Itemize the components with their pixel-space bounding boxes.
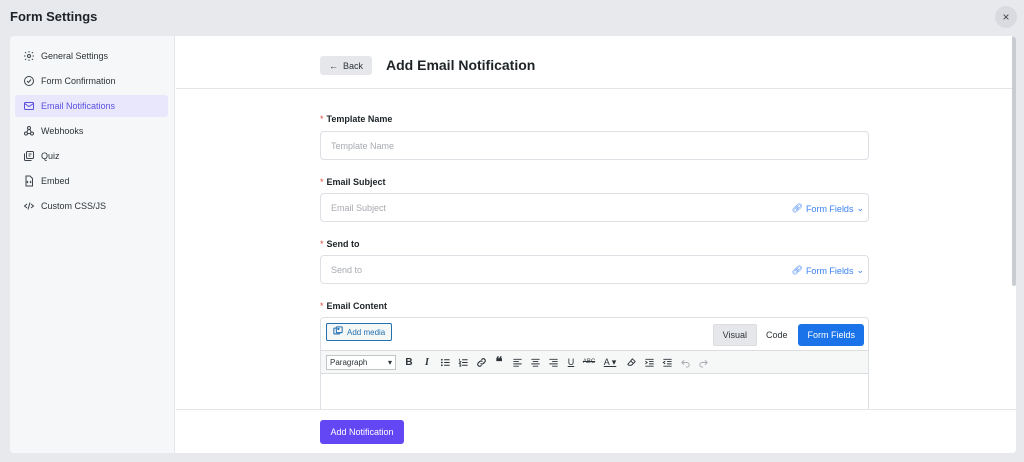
email-content-label: * Email Content xyxy=(320,301,388,311)
editor-toolbar: Paragraph ▾ B I ❝ U ABC A ▾ xyxy=(321,350,868,374)
caret-down-icon: ▾ xyxy=(387,357,392,367)
sidebar-item-label: Embed xyxy=(41,176,70,186)
sidebar-item-label: Webhooks xyxy=(41,126,84,136)
template-name-label: * Template Name xyxy=(320,114,393,124)
required-marker: * xyxy=(320,301,324,311)
email-content-editor: Add media Visual Code Form Fields Paragr… xyxy=(320,317,869,417)
sidebar-item-quiz[interactable]: Quiz xyxy=(15,145,168,167)
back-button[interactable]: ← Back xyxy=(320,56,372,75)
gear-icon xyxy=(23,50,35,62)
required-marker: * xyxy=(320,239,324,249)
clear-format-icon[interactable] xyxy=(622,353,640,371)
outdent-icon[interactable] xyxy=(658,353,676,371)
sidebar: General Settings Form Confirmation Email… xyxy=(10,36,175,453)
underline-icon[interactable]: U xyxy=(562,353,580,371)
sidebar-item-form-confirmation[interactable]: Form Confirmation xyxy=(15,70,168,92)
link-icon: 🔗︎ xyxy=(791,203,803,213)
close-button[interactable]: × xyxy=(995,6,1017,28)
webhook-icon xyxy=(23,125,35,137)
redo-icon[interactable] xyxy=(694,353,712,371)
main-content: ← Back Add Email Notification * Template … xyxy=(176,36,1016,453)
required-marker: * xyxy=(320,177,324,187)
text-color-icon[interactable]: A ▾ xyxy=(598,353,622,371)
email-subject-form-fields-link[interactable]: 🔗︎ Form Fields ⌄ xyxy=(792,203,865,214)
editor-mode-tabs: Visual Code Form Fields xyxy=(712,324,864,346)
bullet-list-icon[interactable] xyxy=(436,353,454,371)
numbered-list-icon[interactable] xyxy=(454,353,472,371)
sidebar-item-label: Quiz xyxy=(41,151,60,161)
media-icon xyxy=(333,326,343,338)
page-title: Form Settings xyxy=(10,9,98,24)
align-center-icon[interactable] xyxy=(526,353,544,371)
sidebar-item-custom-css-js[interactable]: Custom CSS/JS xyxy=(15,195,168,217)
email-subject-label: * Email Subject xyxy=(320,177,386,187)
indent-icon[interactable] xyxy=(640,353,658,371)
align-right-icon[interactable] xyxy=(544,353,562,371)
form-fields-button[interactable]: Form Fields xyxy=(798,324,864,346)
strikethrough-icon[interactable]: ABC xyxy=(580,353,598,371)
code-icon xyxy=(23,200,35,212)
chevron-down-icon: ⌄ xyxy=(856,265,864,275)
email-subject-input[interactable] xyxy=(320,193,869,222)
close-icon: × xyxy=(1002,10,1010,24)
sidebar-item-label: Form Confirmation xyxy=(41,76,116,86)
main-header: ← Back Add Email Notification xyxy=(176,36,1016,89)
form-title: Add Email Notification xyxy=(386,57,536,73)
check-circle-icon xyxy=(23,75,35,87)
sidebar-item-label: Email Notifications xyxy=(41,101,116,111)
sidebar-item-webhooks[interactable]: Webhooks xyxy=(15,120,168,142)
quiz-icon xyxy=(23,150,35,162)
sidebar-item-email-notifications[interactable]: Email Notifications xyxy=(15,95,168,117)
link-icon: 🔗︎ xyxy=(791,265,803,275)
sidebar-item-label: Custom CSS/JS xyxy=(41,201,107,211)
tab-visual[interactable]: Visual xyxy=(712,324,757,346)
editor-header: Add media Visual Code Form Fields xyxy=(321,318,868,350)
add-media-button[interactable]: Add media xyxy=(326,323,393,341)
main-footer: Add Notification xyxy=(176,409,1016,453)
link-icon[interactable] xyxy=(472,353,490,371)
tab-code[interactable]: Code xyxy=(757,324,797,346)
undo-icon[interactable] xyxy=(676,353,694,371)
paragraph-format-select[interactable]: Paragraph ▾ xyxy=(326,354,396,370)
arrow-left-icon: ← xyxy=(328,60,338,71)
embed-file-icon xyxy=(23,175,35,187)
sidebar-item-general-settings[interactable]: General Settings xyxy=(15,45,168,67)
scrollbar[interactable] xyxy=(1012,36,1016,286)
required-marker: * xyxy=(320,114,324,124)
top-bar: Form Settings × xyxy=(0,0,1024,36)
send-to-form-fields-link[interactable]: 🔗︎ Form Fields ⌄ xyxy=(792,265,865,276)
send-to-input[interactable] xyxy=(320,255,869,284)
align-left-icon[interactable] xyxy=(508,353,526,371)
settings-panel: General Settings Form Confirmation Email… xyxy=(10,36,1016,453)
italic-icon[interactable]: I xyxy=(418,353,436,371)
add-notification-button[interactable]: Add Notification xyxy=(320,420,404,444)
chevron-down-icon: ⌄ xyxy=(856,203,864,213)
template-name-input[interactable] xyxy=(320,131,869,160)
mail-icon xyxy=(23,100,35,112)
sidebar-item-label: General Settings xyxy=(41,51,109,61)
send-to-label: * Send to xyxy=(320,239,360,249)
bold-icon[interactable]: B xyxy=(400,353,418,371)
blockquote-icon[interactable]: ❝ xyxy=(490,353,508,371)
sidebar-item-embed[interactable]: Embed xyxy=(15,170,168,192)
